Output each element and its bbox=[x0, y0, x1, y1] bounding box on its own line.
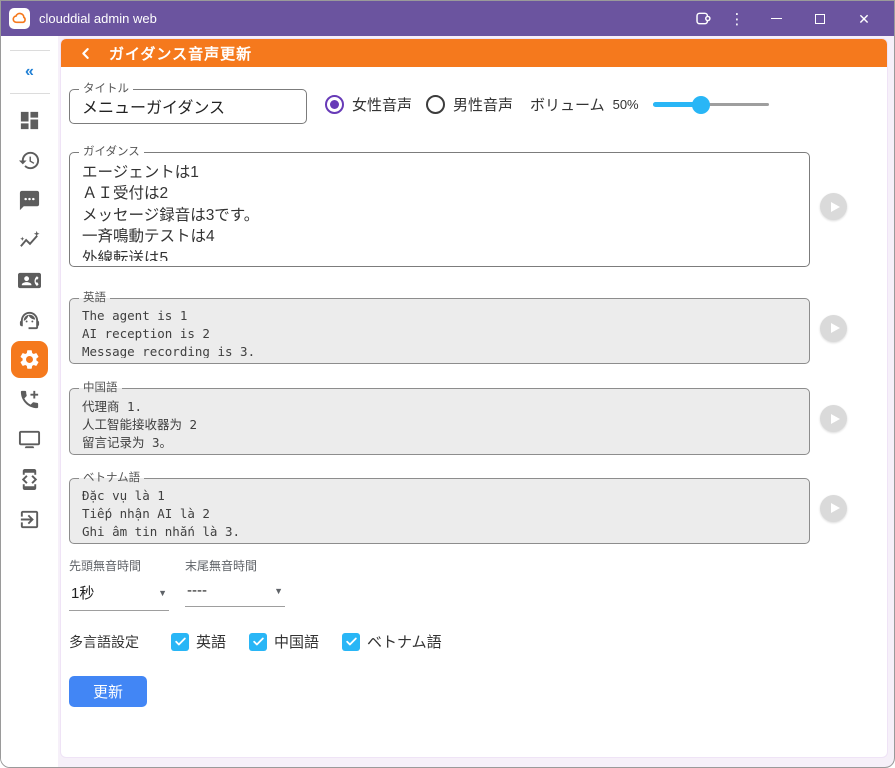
volume-slider[interactable] bbox=[653, 95, 769, 113]
sidebar-item-dashboard[interactable] bbox=[10, 100, 50, 140]
chinese-play-button[interactable] bbox=[820, 405, 847, 432]
developer-mode-icon bbox=[18, 468, 41, 491]
minimize-button[interactable] bbox=[754, 1, 798, 36]
chevron-down-icon: ▼ bbox=[158, 588, 167, 598]
divider bbox=[10, 93, 50, 94]
trailing-silence-select[interactable]: 末尾無音時間 ---- ▼ bbox=[185, 557, 285, 611]
sidebar-item-insights[interactable] bbox=[10, 220, 50, 260]
guidance-field: ガイダンス エージェントは1 ＡＩ受付は2 メッセージ録音は3です。 一斉鳴動テ… bbox=[69, 147, 810, 267]
page-header: ガイダンス音声更新 bbox=[61, 39, 887, 67]
sidebar-item-add-call[interactable] bbox=[10, 379, 50, 419]
english-field: 英語 The agent is 1 AI reception is 2 Mess… bbox=[69, 293, 810, 365]
multilingual-label: 多言語設定 bbox=[69, 632, 171, 652]
monitor-icon bbox=[18, 428, 41, 451]
sidebar-item-support[interactable] bbox=[10, 300, 50, 340]
back-button[interactable] bbox=[75, 43, 95, 63]
maximize-button[interactable] bbox=[798, 1, 842, 36]
sidebar-item-history[interactable] bbox=[10, 140, 50, 180]
app-title: clouddial admin web bbox=[39, 11, 157, 26]
history-icon bbox=[18, 149, 41, 172]
checkbox-english[interactable]: 英語 bbox=[171, 631, 226, 652]
chinese-textarea: 代理商 1. 人工智能接收器为 2 留言记录为 3。 bbox=[70, 395, 809, 449]
checkbox-vietnamese[interactable]: ベトナム語 bbox=[342, 631, 442, 652]
vietnamese-textarea: Đặc vụ là 1 Tiếp nhận AI là 2 Ghi âm tin… bbox=[70, 484, 809, 538]
chinese-field: 中国語 代理商 1. 人工智能接收器为 2 留言记录为 3。 bbox=[69, 383, 810, 455]
sidebar-collapse-icon[interactable]: « bbox=[25, 57, 34, 87]
chat-icon bbox=[18, 189, 41, 212]
guidance-play-button[interactable] bbox=[820, 193, 847, 220]
checkbox-english-label: 英語 bbox=[196, 631, 226, 652]
sidebar-item-monitor[interactable] bbox=[10, 419, 50, 459]
kebab-menu-icon[interactable]: ⋮ bbox=[720, 1, 754, 36]
add-call-icon bbox=[18, 388, 41, 411]
sidebar-item-logout[interactable] bbox=[10, 499, 50, 539]
title-field: タイトル bbox=[69, 84, 307, 125]
vietnamese-label: ベトナム語 bbox=[79, 473, 144, 485]
checkbox-chinese-label: 中国語 bbox=[274, 631, 319, 652]
sidebar: « bbox=[1, 36, 58, 768]
english-label: 英語 bbox=[79, 293, 110, 305]
trailing-silence-label: 末尾無音時間 bbox=[185, 557, 285, 574]
cloud-logo-icon bbox=[12, 11, 27, 26]
radio-female-voice[interactable]: 女性音声 bbox=[325, 94, 412, 115]
title-field-label: タイトル bbox=[79, 84, 133, 96]
chevron-left-icon bbox=[79, 47, 92, 60]
leading-silence-value: 1秒 bbox=[71, 582, 94, 603]
title-input[interactable] bbox=[70, 95, 306, 123]
checkbox-checked-icon bbox=[171, 633, 189, 651]
divider bbox=[10, 50, 50, 51]
support-agent-icon bbox=[18, 309, 41, 332]
slider-thumb[interactable] bbox=[692, 96, 710, 114]
checkbox-checked-icon bbox=[342, 633, 360, 651]
vietnamese-field: ベトナム語 Đặc vụ là 1 Tiếp nhận AI là 2 Ghi … bbox=[69, 473, 810, 545]
radio-male-label: 男性音声 bbox=[453, 94, 513, 115]
chinese-label: 中国語 bbox=[79, 383, 122, 395]
close-button[interactable]: ✕ bbox=[842, 1, 886, 36]
checkbox-checked-icon bbox=[249, 633, 267, 651]
sidebar-item-developer[interactable] bbox=[10, 459, 50, 499]
sidebar-item-chat[interactable] bbox=[10, 180, 50, 220]
multilingual-settings: 多言語設定 英語 中国語 bbox=[69, 631, 879, 652]
play-icon bbox=[831, 202, 840, 212]
volume-control: ボリューム 50% bbox=[530, 94, 769, 115]
leading-silence-label: 先頭無音時間 bbox=[69, 557, 169, 574]
radio-unselected-icon bbox=[426, 95, 445, 114]
radio-male-voice[interactable]: 男性音声 bbox=[426, 94, 513, 115]
play-icon bbox=[831, 503, 840, 513]
trailing-silence-value: ---- bbox=[187, 582, 207, 599]
guidance-label: ガイダンス bbox=[79, 147, 144, 159]
checkbox-chinese[interactable]: 中国語 bbox=[249, 631, 319, 652]
checkbox-vietnamese-label: ベトナム語 bbox=[367, 631, 442, 652]
page-title: ガイダンス音声更新 bbox=[109, 43, 252, 64]
english-textarea: The agent is 1 AI reception is 2 Message… bbox=[70, 304, 809, 358]
guidance-textarea[interactable]: エージェントは1 ＡＩ受付は2 メッセージ録音は3です。 一斉鳴動テストは4 外… bbox=[70, 159, 809, 261]
logout-icon bbox=[18, 508, 41, 531]
insights-icon bbox=[18, 229, 41, 252]
play-icon bbox=[831, 414, 840, 424]
voice-radio-group: 女性音声 男性音声 bbox=[325, 94, 513, 115]
radio-selected-icon bbox=[325, 95, 344, 114]
app-logo bbox=[9, 8, 30, 29]
sidebar-item-settings[interactable] bbox=[11, 341, 48, 378]
radio-female-label: 女性音声 bbox=[352, 94, 412, 115]
play-icon bbox=[831, 323, 840, 333]
sidebar-item-contacts[interactable] bbox=[10, 260, 50, 300]
app-window: clouddial admin web ⋮ ✕ « bbox=[0, 0, 895, 768]
volume-value: 50% bbox=[613, 97, 639, 112]
leading-silence-select[interactable]: 先頭無音時間 1秒 ▼ bbox=[69, 557, 169, 611]
update-button[interactable]: 更新 bbox=[69, 676, 147, 707]
titlebar: clouddial admin web ⋮ ✕ bbox=[1, 1, 894, 36]
english-play-button[interactable] bbox=[820, 315, 847, 342]
chevron-down-icon: ▼ bbox=[274, 586, 283, 596]
main-card: ガイダンス音声更新 タイトル 女性音声 bbox=[60, 38, 888, 758]
contact-phone-icon bbox=[18, 269, 41, 292]
dashboard-icon bbox=[18, 109, 41, 132]
vietnamese-play-button[interactable] bbox=[820, 495, 847, 522]
volume-label: ボリューム bbox=[530, 94, 605, 115]
settings-gear-icon bbox=[18, 348, 41, 371]
pwa-window-icon[interactable] bbox=[686, 1, 720, 36]
